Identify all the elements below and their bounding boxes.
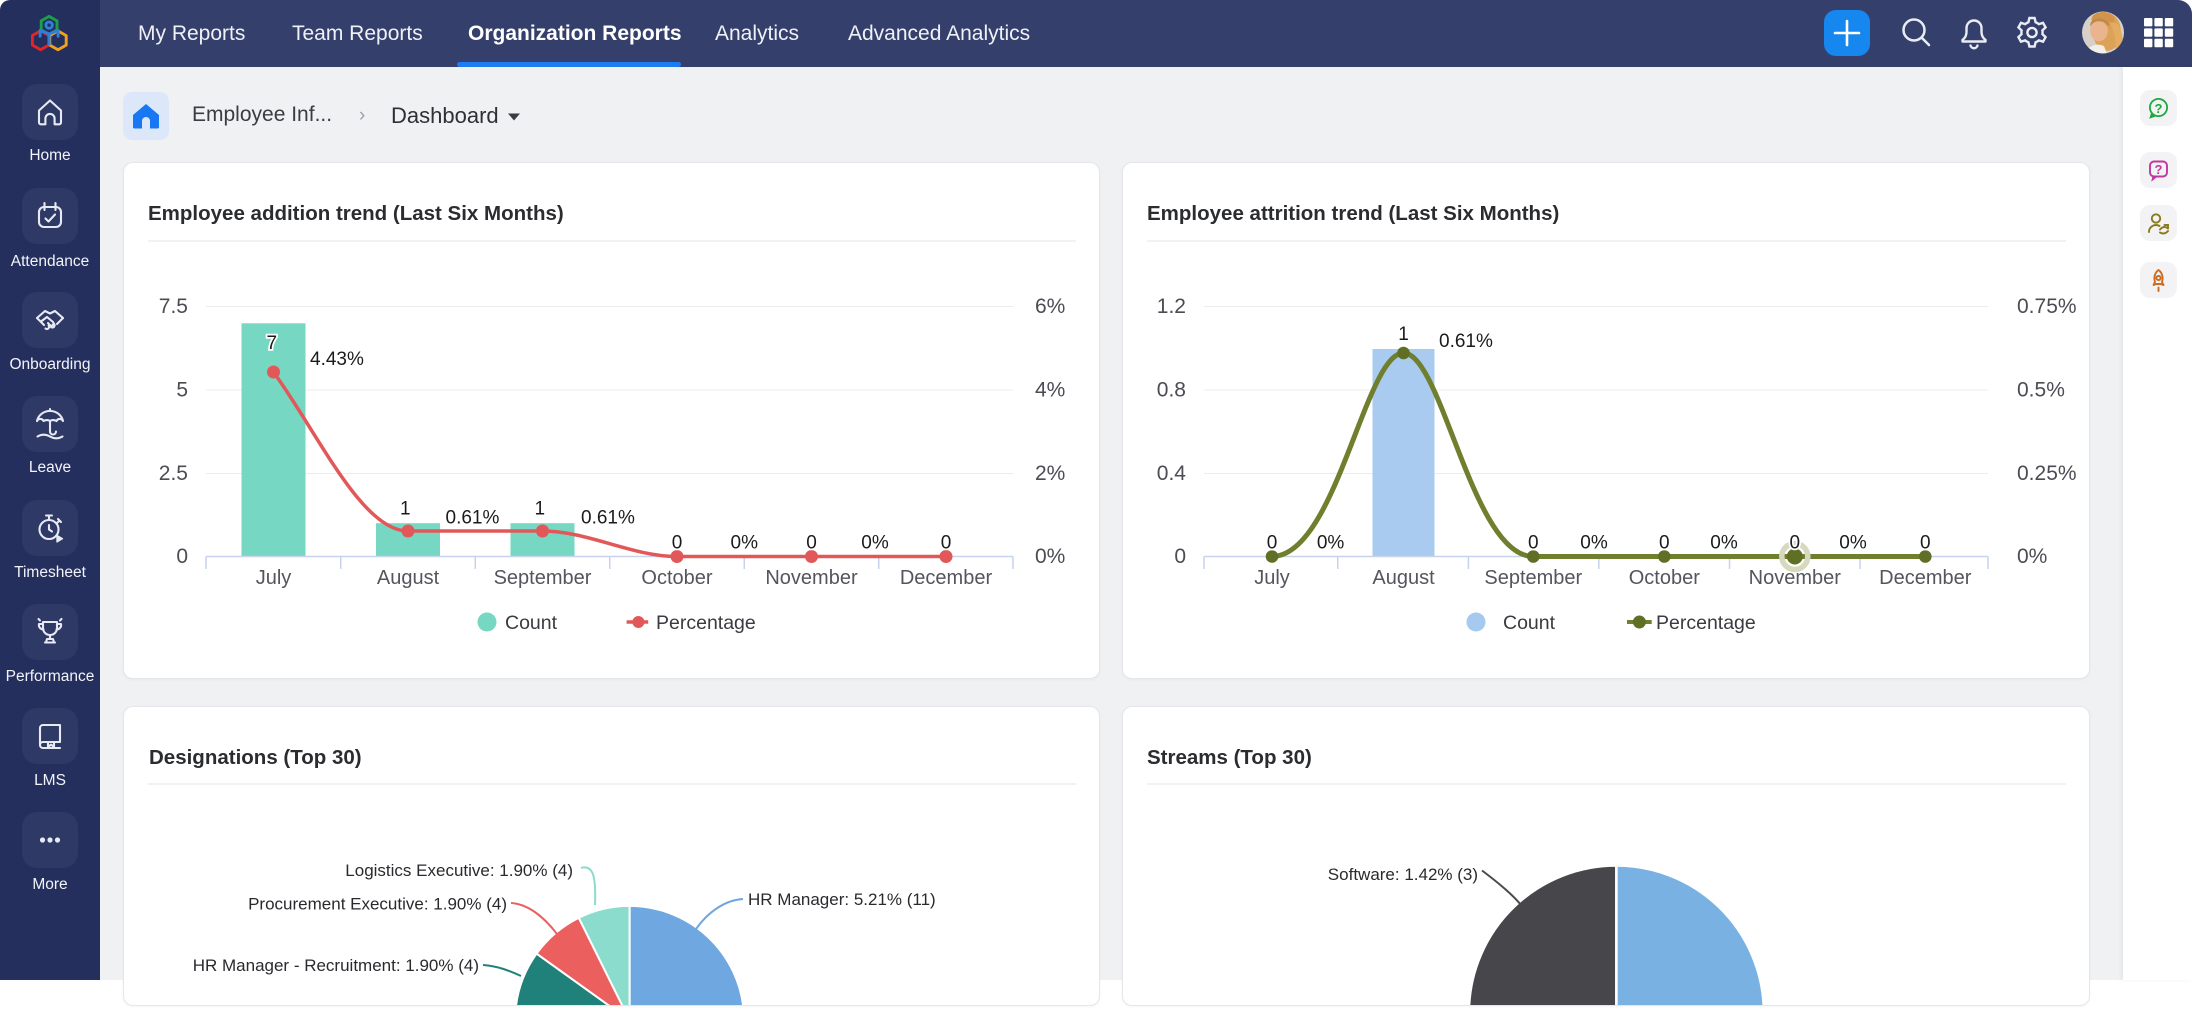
svg-text:0%: 0% bbox=[1710, 532, 1738, 553]
svg-text:August: August bbox=[1372, 567, 1435, 589]
svg-text:September: September bbox=[494, 567, 592, 589]
svg-text:Timesheet: Timesheet bbox=[14, 564, 86, 581]
svg-text:Home: Home bbox=[29, 147, 70, 164]
svg-text:July: July bbox=[1254, 567, 1290, 589]
svg-text:0.61%: 0.61% bbox=[581, 507, 635, 528]
svg-text:HR Manager: 5.21% (11): HR Manager: 5.21% (11) bbox=[748, 890, 936, 909]
svg-text:Logistics Executive: 1.90% (4): Logistics Executive: 1.90% (4) bbox=[345, 861, 573, 880]
svg-text:Designations (Top 30): Designations (Top 30) bbox=[149, 746, 362, 769]
svg-text:0: 0 bbox=[1920, 532, 1931, 553]
svg-text:August: August bbox=[377, 567, 440, 589]
svg-text:0: 0 bbox=[1790, 532, 1801, 553]
svg-text:HR Manager - Recruitment: 1.90: HR Manager - Recruitment: 1.90% (4) bbox=[193, 956, 479, 975]
svg-text:0.61%: 0.61% bbox=[446, 507, 500, 528]
svg-text:0: 0 bbox=[941, 532, 952, 553]
svg-text:Employee addition trend (Last: Employee addition trend (Last Six Months… bbox=[148, 202, 564, 225]
svg-text:October: October bbox=[641, 567, 712, 589]
svg-text:0: 0 bbox=[176, 545, 188, 568]
svg-text:0.75%: 0.75% bbox=[2017, 295, 2077, 318]
svg-text:?: ? bbox=[2155, 101, 2163, 116]
svg-text:Employee attrition trend (Last: Employee attrition trend (Last Six Month… bbox=[1147, 202, 1559, 225]
svg-text:Performance: Performance bbox=[6, 668, 95, 685]
svg-text:0: 0 bbox=[1174, 545, 1186, 568]
svg-text:October: October bbox=[1629, 567, 1700, 589]
svg-text:0%: 0% bbox=[2017, 545, 2047, 568]
svg-text:LMS: LMS bbox=[34, 772, 66, 789]
svg-text:Percentage: Percentage bbox=[656, 612, 756, 634]
svg-text:More: More bbox=[32, 876, 67, 893]
svg-text:July: July bbox=[256, 567, 292, 589]
svg-text:Software: 1.42% (3): Software: 1.42% (3) bbox=[1328, 865, 1478, 884]
svg-text:0: 0 bbox=[1659, 532, 1670, 553]
svg-text:0%: 0% bbox=[731, 532, 759, 553]
svg-text:0%: 0% bbox=[861, 532, 889, 553]
svg-text:1: 1 bbox=[535, 499, 546, 520]
svg-text:0%: 0% bbox=[1580, 532, 1608, 553]
svg-text:?: ? bbox=[2155, 162, 2163, 177]
svg-text:6%: 6% bbox=[1035, 295, 1065, 318]
svg-text:0%: 0% bbox=[1035, 545, 1065, 568]
svg-text:Leave: Leave bbox=[29, 459, 71, 476]
svg-text:5: 5 bbox=[176, 379, 188, 402]
svg-text:December: December bbox=[1879, 567, 1972, 589]
svg-text:Onboarding: Onboarding bbox=[9, 356, 90, 373]
svg-text:7.5: 7.5 bbox=[159, 295, 188, 318]
svg-text:1: 1 bbox=[400, 499, 411, 520]
svg-text:0.4: 0.4 bbox=[1157, 462, 1187, 485]
svg-text:0.8: 0.8 bbox=[1157, 379, 1186, 402]
svg-text:November: November bbox=[765, 567, 858, 589]
svg-text:2%: 2% bbox=[1035, 462, 1065, 485]
svg-text:0: 0 bbox=[672, 532, 683, 553]
svg-text:Streams (Top 30): Streams (Top 30) bbox=[1147, 746, 1312, 769]
svg-text:0.25%: 0.25% bbox=[2017, 462, 2077, 485]
svg-text:7: 7 bbox=[267, 333, 278, 354]
svg-text:0: 0 bbox=[1267, 532, 1278, 553]
svg-text:0.61%: 0.61% bbox=[1439, 331, 1493, 352]
svg-text:September: September bbox=[1484, 567, 1582, 589]
svg-text:0: 0 bbox=[806, 532, 817, 553]
svg-text:0: 0 bbox=[1528, 532, 1539, 553]
svg-text:0.5%: 0.5% bbox=[2017, 379, 2065, 402]
svg-text:1: 1 bbox=[1398, 324, 1409, 345]
svg-text:0%: 0% bbox=[1317, 532, 1345, 553]
svg-text:4%: 4% bbox=[1035, 379, 1065, 402]
svg-text:0%: 0% bbox=[1839, 532, 1867, 553]
svg-text:1.2: 1.2 bbox=[1157, 295, 1186, 318]
svg-text:Procurement Executive: 1.90% (: Procurement Executive: 1.90% (4) bbox=[248, 895, 507, 914]
svg-text:2.5: 2.5 bbox=[159, 462, 188, 485]
svg-text:December: December bbox=[900, 567, 993, 589]
svg-text:Percentage: Percentage bbox=[1656, 612, 1756, 634]
svg-text:Attendance: Attendance bbox=[11, 253, 89, 270]
svg-text:Count: Count bbox=[1503, 612, 1556, 634]
svg-text:4.43%: 4.43% bbox=[310, 349, 364, 370]
svg-text:Count: Count bbox=[505, 612, 558, 634]
